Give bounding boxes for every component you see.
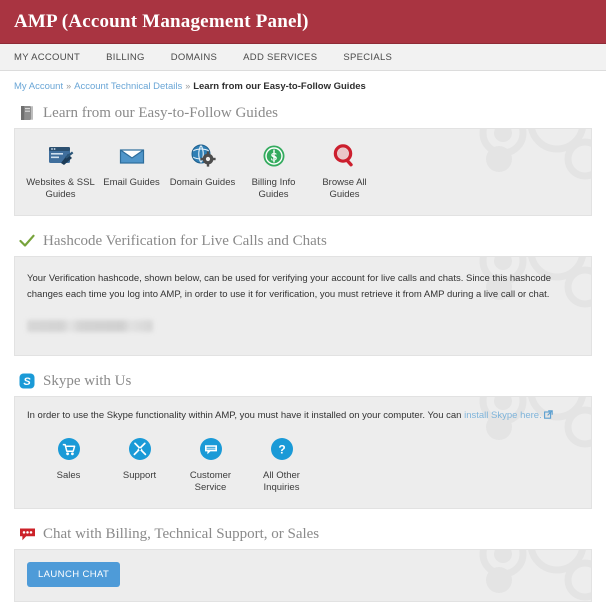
skype-description-text: In order to use the Skype functionality … [27, 410, 465, 421]
tools-icon [104, 434, 175, 464]
nav-item-my-account[interactable]: MY ACCOUNT [14, 52, 80, 63]
skype-tile-customer-service[interactable]: Customer Service [175, 434, 246, 494]
hashcode-content: Your Verification hashcode, shown below,… [15, 257, 591, 355]
guide-tile-browse-all[interactable]: Browse All Guides [309, 141, 380, 201]
hashcode-panel-body: Your Verification hashcode, shown below,… [14, 256, 592, 356]
guides-panel-header: Learn from our Easy-to-Follow Guides [14, 100, 592, 128]
breadcrumb-link-my-account[interactable]: My Account [14, 81, 63, 92]
green-check-icon [18, 232, 36, 250]
globe-gear-icon [167, 141, 238, 171]
website-ssl-icon [25, 141, 96, 171]
skype-tile-support[interactable]: Support [104, 434, 175, 494]
hashcode-panel: Hashcode Verification for Live Calls and… [14, 228, 592, 356]
external-link-icon [543, 410, 553, 424]
svg-text:?: ? [278, 442, 285, 456]
skype-description: In order to use the Skype functionality … [27, 409, 579, 424]
skype-content: In order to use the Skype functionality … [15, 397, 591, 508]
skype-tile-label: Sales [56, 470, 81, 481]
nav-item-domains[interactable]: DOMAINS [171, 52, 217, 63]
guide-tile-label: Billing Info Guides [251, 177, 296, 200]
guides-tile-row: Websites & SSL Guides Email Guides Domai… [15, 129, 591, 215]
skype-icon: S [18, 372, 36, 390]
dollar-coin-icon: S [238, 141, 309, 171]
nav-item-billing[interactable]: BILLING [106, 52, 145, 63]
guides-panel-body: Websites & SSL Guides Email Guides Domai… [14, 128, 592, 216]
guides-panel-title: Learn from our Easy-to-Follow Guides [43, 104, 278, 121]
book-icon [18, 104, 36, 122]
breadcrumb-link-account-technical-details[interactable]: Account Technical Details [74, 81, 182, 92]
chat-content: LAUNCH CHAT [15, 550, 591, 601]
shopping-cart-icon [33, 434, 104, 464]
question-mark-icon: ? [246, 434, 317, 464]
nav-item-specials[interactable]: SPECIALS [343, 52, 392, 63]
nav-item-add-services[interactable]: ADD SERVICES [243, 52, 317, 63]
skype-badge [199, 438, 222, 460]
hashcode-description: Your Verification hashcode, shown below,… [27, 273, 552, 300]
guide-tile-label: Domain Guides [169, 177, 236, 188]
chat-panel-header: Chat with Billing, Technical Support, or… [14, 521, 592, 549]
breadcrumb-current: Learn from our Easy-to-Follow Guides [193, 81, 366, 92]
breadcrumb: My Account» Account Technical Details» Lea… [0, 71, 606, 100]
guide-tile-websites-ssl[interactable]: Websites & SSL Guides [25, 141, 96, 201]
chat-panel-body: LAUNCH CHAT [14, 549, 592, 602]
app-header: AMP (Account Management Panel) [0, 0, 606, 44]
skype-panel: S Skype with Us In order to use the Skyp… [14, 368, 592, 509]
skype-tile-sales[interactable]: Sales [33, 434, 104, 494]
skype-panel-body: In order to use the Skype functionality … [14, 396, 592, 509]
skype-badge [128, 438, 151, 460]
page-title: AMP (Account Management Panel) [14, 10, 309, 32]
skype-panel-header: S Skype with Us [14, 368, 592, 396]
guide-tile-label: Websites & SSL Guides [26, 177, 95, 200]
skype-panel-title: Skype with Us [43, 372, 132, 389]
breadcrumb-separator: » [185, 81, 191, 91]
hashcode-panel-title: Hashcode Verification for Live Calls and… [43, 232, 327, 249]
guide-tile-label: Browse All Guides [322, 177, 367, 200]
amp-page: AMP (Account Management Panel) MY ACCOUN… [0, 0, 606, 602]
skype-tile-row: Sales Support Customer Service ? All Oth… [27, 432, 579, 494]
install-skype-link[interactable]: install Skype here. [464, 410, 542, 421]
svg-text:S: S [23, 376, 31, 388]
skype-tile-label: All Other Inquiries [263, 470, 300, 493]
hashcode-value [27, 320, 153, 332]
skype-tile-label: Customer Service [189, 470, 232, 493]
chat-panel-title: Chat with Billing, Technical Support, or… [43, 525, 320, 542]
guide-tile-domain[interactable]: Domain Guides [167, 141, 238, 201]
envelope-icon [96, 141, 167, 171]
guide-tile-label: Email Guides [103, 177, 160, 188]
skype-tile-label: Support [122, 470, 157, 481]
magnifier-icon [309, 141, 380, 171]
chat-bubble-icon [175, 434, 246, 464]
red-speech-bubble-icon [18, 525, 36, 543]
skype-tile-all-other-inquiries[interactable]: ? All Other Inquiries [246, 434, 317, 494]
hashcode-panel-header: Hashcode Verification for Live Calls and… [14, 228, 592, 256]
main-nav: MY ACCOUNT BILLING DOMAINS ADD SERVICES … [0, 44, 606, 71]
guide-tile-email[interactable]: Email Guides [96, 141, 167, 201]
skype-badge: ? [270, 438, 293, 460]
breadcrumb-separator: » [66, 81, 72, 91]
guides-panel: Learn from our Easy-to-Follow Guides Web… [14, 100, 592, 216]
skype-badge [57, 438, 80, 460]
guide-tile-billing-info[interactable]: S Billing Info Guides [238, 141, 309, 201]
launch-chat-button[interactable]: LAUNCH CHAT [27, 562, 121, 587]
chat-panel: Chat with Billing, Technical Support, or… [14, 521, 592, 602]
